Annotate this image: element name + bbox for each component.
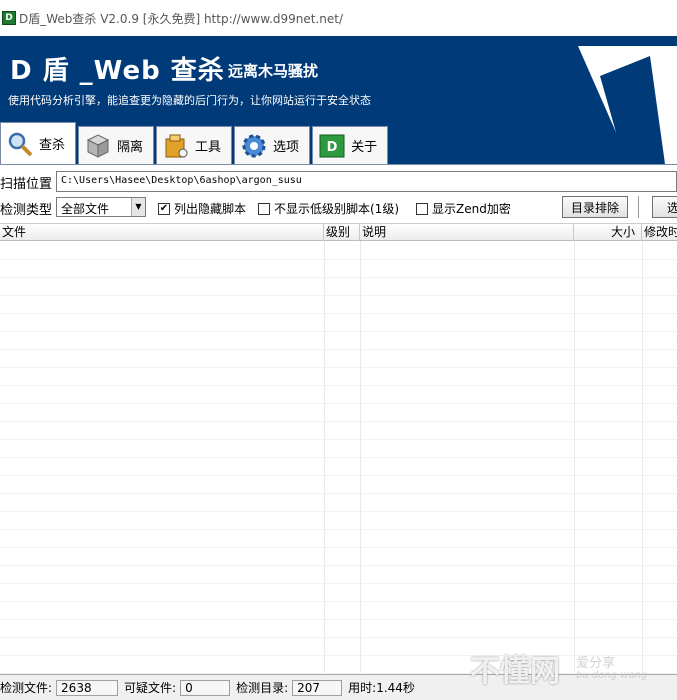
banner-description: 使用代码分析引擎，能追查更为隐藏的后门行为，让你网站运行于安全状态 [8, 94, 371, 107]
row-line [0, 547, 677, 548]
status-suspect: 可疑文件: 0 [124, 679, 231, 696]
grid-line [324, 241, 325, 675]
row-line [0, 385, 677, 386]
tab-about[interactable]: D 关于 [312, 126, 389, 164]
row-line [0, 331, 677, 332]
row-line [0, 619, 677, 620]
status-label: 可疑文件: [124, 681, 177, 695]
column-file[interactable]: 文件 [0, 224, 324, 241]
row-line [0, 295, 677, 296]
row-line [0, 403, 677, 404]
show-zend-checkbox[interactable]: 显示Zend加密 [416, 200, 511, 217]
info-d-icon: D [317, 131, 347, 161]
row-line [0, 277, 677, 278]
scan-type-value: 全部文件 [61, 202, 110, 216]
scan-type-select[interactable]: 全部文件 ▼ [56, 197, 146, 217]
svg-text:D: D [327, 140, 338, 155]
tab-label: 工具 [195, 140, 222, 155]
status-files: 检测文件: 2638 [0, 679, 119, 696]
box-icon [83, 131, 113, 161]
row-line [0, 637, 677, 638]
scan-path-label: 扫描位置 [0, 177, 53, 192]
select-dir-button[interactable]: 选 [652, 196, 677, 218]
grid-line [574, 241, 575, 675]
grid-line [642, 241, 643, 675]
column-description[interactable]: 说明 [360, 224, 574, 241]
tab-tools[interactable]: 工具 [156, 126, 233, 164]
app-logo-icon: D [2, 11, 16, 25]
tab-options[interactable]: 选项 [234, 126, 311, 164]
table-header: 文件 级别 说明 大小 修改时 [0, 223, 677, 241]
title-bar: D D盾_Web查杀 V2.0.9 [永久免费] http://www.d99n… [0, 0, 677, 36]
toolbar-divider [638, 196, 639, 218]
row-line [0, 367, 677, 368]
checkbox-label: 显示Zend加密 [432, 202, 511, 216]
show-hidden-checkbox[interactable]: ✔ 列出隐藏脚本 [158, 200, 246, 217]
status-time: 用时: 1.44秒 [348, 679, 415, 696]
tab-scan[interactable]: 查杀 [0, 122, 77, 164]
hide-low-level-checkbox[interactable]: 不显示低级别脚本(1级) [258, 200, 399, 217]
row-line [0, 565, 677, 566]
status-value: 1.44秒 [376, 681, 415, 695]
folder-icon [161, 131, 191, 161]
column-modified[interactable]: 修改时 [642, 224, 677, 241]
watermark-logo: 不懂网 [470, 654, 560, 689]
window-title: D盾_Web查杀 V2.0.9 [永久免费] http://www.d99net… [19, 11, 344, 26]
status-label: 检测目录: [236, 681, 289, 695]
tab-bar: 查杀 隔离 工具 选项 D 关于 [0, 122, 390, 164]
gear-icon [239, 131, 269, 161]
watermark-pinyin: bu dong wang [576, 670, 648, 681]
status-label: 检测文件: [0, 681, 53, 695]
checkbox-label: 不显示低级别脚本(1级) [274, 202, 399, 216]
row-line [0, 457, 677, 458]
row-line [0, 259, 677, 260]
checkbox-unchecked-icon [416, 202, 428, 215]
exclude-dir-button[interactable]: 目录排除 [562, 196, 628, 218]
status-label: 用时: [348, 681, 377, 695]
status-value: 0 [180, 679, 231, 696]
status-dirs: 检测目录: 207 [236, 679, 343, 696]
shield-art-icon [578, 46, 677, 164]
chevron-down-icon[interactable]: ▼ [131, 198, 145, 216]
row-line [0, 601, 677, 602]
scan-panel: 扫描位置 C:\Users\Hasee\Desktop\6ashop\argon… [0, 164, 677, 675]
grid-line [360, 241, 361, 675]
magnifier-icon [5, 129, 35, 159]
watermark-tagline: 爱分享 [576, 656, 616, 671]
row-line [0, 349, 677, 350]
banner-subtitle: 远离木马骚扰 [228, 62, 319, 80]
banner-title: D 盾 _Web 查杀 [10, 56, 225, 86]
scan-path-input[interactable]: C:\Users\Hasee\Desktop\6ashop\argon_susu [56, 171, 677, 192]
checkbox-label: 列出隐藏脚本 [174, 202, 247, 216]
scan-type-label: 检测类型 [0, 203, 53, 218]
checkbox-checked-icon: ✔ [158, 202, 170, 215]
tab-label: 关于 [351, 140, 378, 155]
status-value: 207 [292, 679, 343, 696]
tab-label: 查杀 [39, 138, 66, 153]
tab-label: 隔离 [117, 140, 144, 155]
row-line [0, 583, 677, 584]
status-value: 2638 [56, 679, 119, 696]
row-line [0, 511, 677, 512]
row-line [0, 475, 677, 476]
results-table[interactable]: 文件 级别 说明 大小 修改时 [0, 223, 677, 675]
tab-label: 选项 [273, 140, 300, 155]
row-line [0, 493, 677, 494]
row-line [0, 421, 677, 422]
row-line [0, 439, 677, 440]
row-line [0, 529, 677, 530]
checkbox-unchecked-icon [258, 202, 270, 215]
column-size[interactable]: 大小 [574, 224, 642, 241]
tab-quarantine[interactable]: 隔离 [78, 126, 155, 164]
row-line [0, 313, 677, 314]
column-level[interactable]: 级别 [324, 224, 360, 241]
